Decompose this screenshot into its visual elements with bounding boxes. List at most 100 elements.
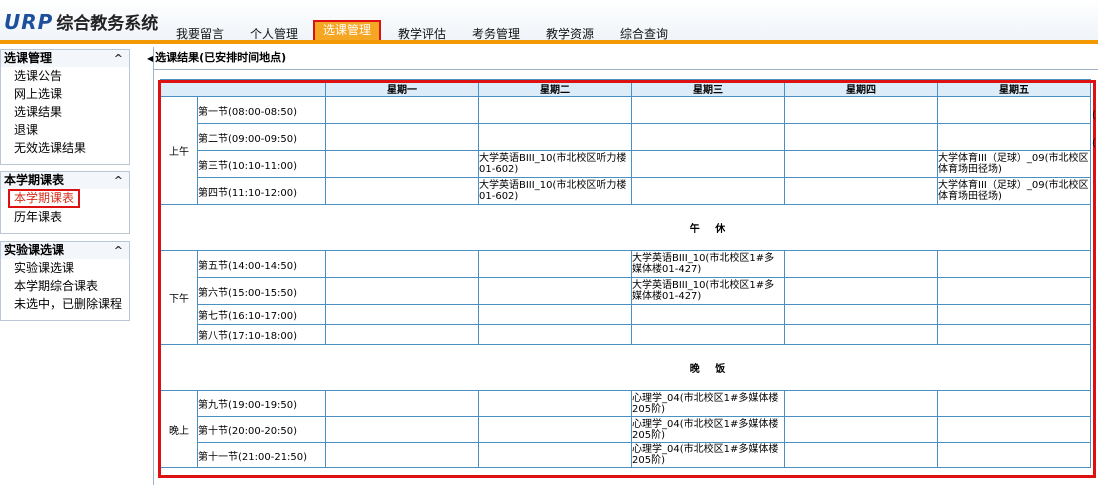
period-label: 第九节(19:00-19:50) [197,390,326,417]
schedule-cell [478,442,632,468]
schedule-cell [478,416,632,443]
collapse-icon[interactable]: ^ [114,172,123,189]
sidebar-item-invalid-result[interactable]: 无效选课结果 [1,139,129,157]
logo-system-name: 综合教务系统 [56,14,159,34]
schedule-cell [325,304,479,325]
table-row: 第八节(17:10-18:00) [161,324,1091,345]
break-row: 午 休 [160,204,1091,251]
collapse-icon[interactable]: ^ [114,242,123,259]
schedule-cell [631,324,785,345]
table-row: 晚上 第九节(19:00-19:50) 心理学_04(市北校区1#多媒体楼205… [160,390,1091,468]
schedule-cell [784,96,938,124]
schedule-cell [937,250,1091,278]
schedule-cell [784,150,938,178]
logo-brand: URP [4,10,54,34]
nav-exam-management[interactable]: 考务管理 [472,20,520,41]
table-row: 第十节(20:00-20:50) 心理学_04(市北校区1#多媒体楼205阶) [161,416,1091,443]
nav-personal[interactable]: 个人管理 [250,20,298,41]
sidebar-group-title[interactable]: 实验课选课 ^ [1,242,129,259]
schedule-cell [937,442,1091,468]
schedule-cell [478,304,632,325]
section-morning: 上午 [160,96,198,205]
course-cell[interactable]: 大学体育III（足球）_09(市北校区体育场田径场) [937,177,1091,205]
break-row: 晚 饭 [160,344,1091,391]
triangle-left-icon[interactable]: ◀ [147,54,153,63]
table-row: 下午 第五节(14:00-14:50) 大学英语BIII_10(市北校区1#多媒… [160,250,1091,345]
sidebar-item-current-timetable[interactable]: 本学期课表 [8,189,81,208]
schedule-cell [937,416,1091,443]
nav-course-selection[interactable]: 选课管理 [313,20,382,42]
clipped-text: ( [1092,110,1096,121]
schedule-cell [937,96,1091,124]
period-label: 第八节(17:10-18:00) [197,324,326,345]
course-cell[interactable]: 大学英语BIII_10(市北校区1#多媒体楼01-427) [631,277,785,305]
sidebar-group-lab: 实验课选课 ^ 实验课选课 本学期综合课表 未选中，已删除课程 [0,241,130,321]
period-label: 第十节(20:00-20:50) [197,416,326,443]
schedule-cell [325,96,479,124]
sidebar-group-timetable: 本学期课表 ^ 本学期课表 历年课表 [0,171,130,234]
nav-general-query[interactable]: 综合查询 [620,20,668,41]
lunch-break-label: 午 休 [160,204,1091,251]
schedule-cell [631,96,785,124]
course-cell[interactable]: 心理学_04(市北校区1#多媒体楼205阶) [631,390,785,417]
schedule-cell [478,390,632,417]
schedule-cell [784,304,938,325]
course-cell[interactable]: 大学英语BIII_10(市北校区听力楼01-602) [478,150,632,178]
course-cell[interactable]: 大学英语BIII_10(市北校区听力楼01-602) [478,177,632,205]
schedule-cell [478,250,632,278]
sidebar-item-combined-timetable[interactable]: 本学期综合课表 [1,277,129,295]
sidebar-item-lab-selection[interactable]: 实验课选课 [1,259,129,277]
breadcrumb: ◀ 选课结果(已安排时间地点) [147,51,287,64]
clipped-text: ( [1092,138,1096,149]
header-corner [160,79,326,97]
sidebar-item-online-selection[interactable]: 网上选课 [1,85,129,103]
course-cell[interactable]: 心理学_04(市北校区1#多媒体楼205阶) [631,442,785,468]
schedule-cell [937,304,1091,325]
table-row: 第四节(11:10-12:00) 大学英语BIII_10(市北校区听力楼01-6… [161,177,1091,205]
dinner-break-label: 晚 饭 [160,344,1091,391]
schedule-table: 星期一 星期二 星期三 星期四 星期五 上午 第一节(08:00-08:50) … [160,79,1091,468]
sidebar-group-title[interactable]: 本学期课表 ^ [1,172,129,189]
header-tuesday: 星期二 [478,79,632,97]
header-thursday: 星期四 [784,79,938,97]
sidebar-item-announcement[interactable]: 选课公告 [1,67,129,85]
sidebar: 选课管理 ^ 选课公告 网上选课 选课结果 退课 无效选课结果 本学期课表 ^ 本学… [0,47,130,485]
sidebar-item-past-timetables[interactable]: 历年课表 [1,208,129,226]
table-row: 第二节(09:00-09:50) [161,123,1091,151]
schedule-cell [937,324,1091,345]
schedule-cell [631,304,785,325]
nav-message[interactable]: 我要留言 [176,20,224,41]
table-row: 上午 第一节(08:00-08:50) [160,96,1091,205]
section-evening: 晚上 [160,390,198,468]
schedule-cell [325,123,479,151]
schedule-cell [937,123,1091,151]
table-row: 第七节(16:10-17:00) [161,304,1091,325]
schedule-cell [325,416,479,443]
schedule-cell [631,123,785,151]
schedule-cell [478,324,632,345]
sidebar-group-title[interactable]: 选课管理 ^ [1,50,129,67]
course-cell[interactable]: 大学体育III（足球）_09(市北校区体育场田径场) [937,150,1091,178]
collapse-icon[interactable]: ^ [114,50,123,67]
schedule-cell [325,177,479,205]
schedule-cell [325,250,479,278]
header-friday: 星期五 [937,79,1091,97]
period-label: 第四节(11:10-12:00) [197,177,326,205]
content-divider [153,47,154,485]
period-label: 第十一节(21:00-21:50) [197,442,326,468]
sidebar-item-selection-result[interactable]: 选课结果 [1,103,129,121]
sidebar-item-drop-course[interactable]: 退课 [1,121,129,139]
nav-teaching-resources[interactable]: 教学资源 [546,20,594,41]
schedule-cell [478,277,632,305]
nav-teaching-evaluation[interactable]: 教学评估 [398,20,446,41]
sidebar-item-unselected-deleted[interactable]: 未选中，已删除课程 [1,295,129,313]
table-header-row: 星期一 星期二 星期三 星期四 星期五 [160,79,1091,97]
schedule-cell [784,123,938,151]
schedule-cell [784,442,938,468]
schedule-cell [784,277,938,305]
schedule-cell [478,123,632,151]
period-label: 第三节(10:10-11:00) [197,150,326,178]
course-cell[interactable]: 大学英语BIII_10(市北校区1#多媒体楼01-427) [631,250,785,278]
course-cell[interactable]: 心理学_04(市北校区1#多媒体楼205阶) [631,416,785,443]
period-label: 第五节(14:00-14:50) [197,250,326,278]
